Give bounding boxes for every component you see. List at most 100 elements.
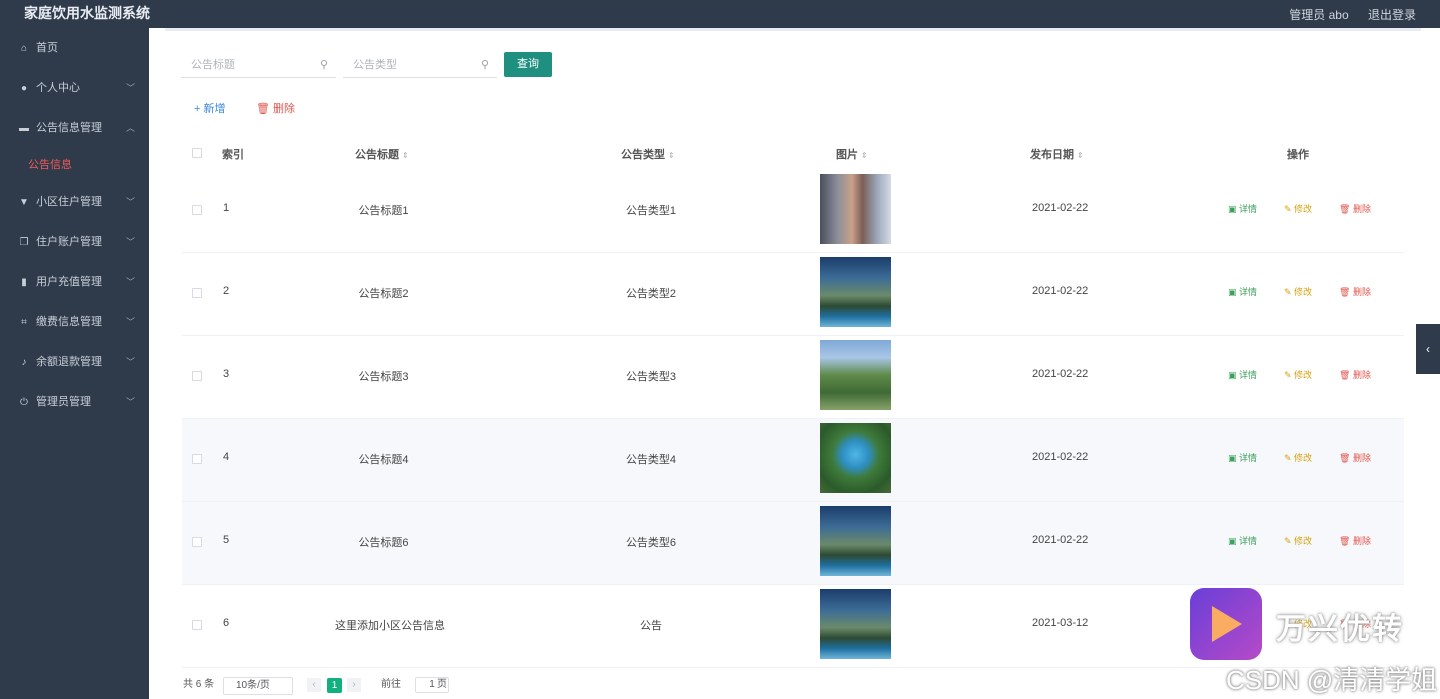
view-button[interactable]: ▣ 详情 xyxy=(1228,451,1257,464)
header-actions: 操作 xyxy=(1287,149,1309,161)
edit-button[interactable]: ✎ 修改 xyxy=(1284,202,1312,215)
cell-title: 公告标题4 xyxy=(358,454,409,466)
sidebar-item-2[interactable]: ▬ 公告信息管理 ︿ xyxy=(0,108,149,148)
chevron-down-icon: ﹀ xyxy=(125,197,135,207)
top-bar: 家庭饮用水监测系统 管理员 abo 退出登录 xyxy=(0,0,1440,28)
batch-delete-label: 删除 xyxy=(273,103,296,115)
sort-icon: ⇕ xyxy=(861,151,868,160)
cell-title: 这里添加小区公告信息 xyxy=(335,620,445,632)
header-index: 索引 xyxy=(222,149,244,161)
doc-icon: ▣ xyxy=(1228,287,1240,297)
search-icon: ⚲ xyxy=(480,59,489,71)
sidebar-item-label: 缴费信息管理 xyxy=(36,316,102,328)
batch-delete-button[interactable]: 🗑 删除 xyxy=(256,100,295,116)
sidebar-item-7[interactable]: ⌗ 缴费信息管理 ﹀ xyxy=(0,302,149,342)
row-checkbox[interactable] xyxy=(192,537,202,547)
current-page-button[interactable]: 1 xyxy=(327,678,342,693)
pool-aerial-photo xyxy=(820,423,891,493)
header-image[interactable]: 图片 ⇕ xyxy=(836,146,868,162)
view-button[interactable]: ▣ 详情 xyxy=(1228,202,1257,215)
edit-button[interactable]: ✎ 修改 xyxy=(1284,451,1312,464)
cell-index: 6 xyxy=(223,617,230,629)
home-icon: ⌂ xyxy=(20,43,28,54)
delete-button[interactable]: 🗑 删除 xyxy=(1339,451,1371,464)
table-header: 索引 公告标题 ⇕ 公告类型 ⇕ 图片 ⇕ 发布日期 ⇕ 操作 xyxy=(182,138,1404,170)
chevron-up-icon: ︿ xyxy=(125,123,135,133)
logout-button[interactable]: 退出登录 xyxy=(1368,8,1416,22)
header-type-label: 公告类型 xyxy=(621,149,665,161)
edit-button[interactable]: ✎ 修改 xyxy=(1284,285,1312,298)
edit-button[interactable]: ✎ 修改 xyxy=(1284,534,1312,547)
pencil-icon: ✎ xyxy=(1284,370,1295,380)
page-unit-label: 页 xyxy=(437,679,447,690)
row-checkbox[interactable] xyxy=(192,371,202,381)
copy-icon: ❐ xyxy=(19,237,29,248)
doc-icon: ▣ xyxy=(1228,370,1240,380)
pencil-icon: ✎ xyxy=(1284,536,1295,546)
street-photo xyxy=(820,174,891,244)
delete-button[interactable]: 🗑 删除 xyxy=(1339,368,1371,381)
header-title[interactable]: 公告标题 ⇕ xyxy=(355,146,409,162)
cell-index: 4 xyxy=(223,451,230,463)
search-icon: ⚲ xyxy=(319,59,328,71)
view-button[interactable]: ▣ 详情 xyxy=(1228,285,1257,298)
next-page-button[interactable]: › xyxy=(347,678,361,692)
sidebar-item-4[interactable]: ▼ 小区住户管理 ﹀ xyxy=(0,182,149,222)
row-checkbox[interactable] xyxy=(192,288,202,298)
watermark-brand: 万兴优转 xyxy=(1276,613,1404,646)
pencil-icon: ✎ xyxy=(1284,453,1295,463)
add-button[interactable]: + 新增 xyxy=(194,100,225,116)
delete-label: 删除 xyxy=(1352,370,1371,380)
sidebar-item-0[interactable]: ⌂ 首页 xyxy=(0,28,149,68)
delete-button[interactable]: 🗑 删除 xyxy=(1339,285,1371,298)
search-title-input[interactable]: 公告标题 ⚲ xyxy=(181,54,336,78)
view-label: 详情 xyxy=(1239,536,1258,546)
trash-icon: 🗑 xyxy=(1339,287,1353,297)
collapse-panel-button[interactable]: ‹ xyxy=(1416,324,1440,374)
row-checkbox[interactable] xyxy=(192,205,202,215)
delete-button[interactable]: 🗑 删除 xyxy=(1339,202,1371,215)
trash-icon: 🗑 xyxy=(1339,536,1353,546)
cell-index: 2 xyxy=(223,285,230,297)
pencil-icon: ✎ xyxy=(1284,204,1295,214)
delete-button[interactable]: 🗑 删除 xyxy=(1339,534,1371,547)
page-size-select[interactable]: 10条/页 xyxy=(223,677,293,695)
cell-type: 公告类型4 xyxy=(625,454,677,466)
row-checkbox[interactable] xyxy=(192,454,202,464)
apartment-pool-photo xyxy=(820,589,891,659)
sidebar-item-label: 小区住户管理 xyxy=(36,196,102,208)
query-button[interactable]: 查询 xyxy=(504,52,552,77)
sidebar-item-9[interactable]: ⏻ 管理员管理 ﹀ xyxy=(0,382,149,422)
header-date[interactable]: 发布日期 ⇕ xyxy=(1030,146,1084,162)
doc-icon: ▣ xyxy=(1228,453,1240,463)
search-title-placeholder: 公告标题 xyxy=(191,59,235,71)
chevron-down-icon: ﹀ xyxy=(125,317,135,327)
edit-button[interactable]: ✎ 修改 xyxy=(1284,368,1312,381)
sidebar-item-1[interactable]: ● 个人中心 ﹀ xyxy=(0,68,149,108)
apartment-pool-photo xyxy=(820,506,891,576)
view-button[interactable]: ▣ 详情 xyxy=(1228,368,1257,381)
search-type-input[interactable]: 公告类型 ⚲ xyxy=(343,54,497,78)
view-label: 详情 xyxy=(1239,204,1258,214)
sidebar-item-6[interactable]: ▮ 用户充值管理 ﹀ xyxy=(0,262,149,302)
view-label: 详情 xyxy=(1239,370,1258,380)
cell-type: 公告 xyxy=(640,620,662,632)
row-checkbox[interactable] xyxy=(192,620,202,630)
cell-date: 2021-03-12 xyxy=(1032,617,1089,629)
sidebar-item-5[interactable]: ❐ 住户账户管理 ﹀ xyxy=(0,222,149,262)
table-row: 3 公告标题3 公告类型3 2021-02-22 ▣ 详情 ✎ 修改 🗑 删除 xyxy=(182,336,1404,419)
header-type[interactable]: 公告类型 ⇕ xyxy=(621,146,675,162)
header-image-label: 图片 xyxy=(836,149,858,161)
sidebar: ⌂ 首页 ● 个人中心 ﹀ ▬ 公告信息管理 ︿ 公告信息 ▼ 小区住户管理 ﹀ ❐ 住户账户管理 ﹀ ▮ 用户… xyxy=(0,28,149,699)
pagination-total: 共 6 条 xyxy=(183,679,215,690)
delete-label: 删除 xyxy=(1352,453,1371,463)
sidebar-item-3[interactable]: 公告信息 xyxy=(0,148,149,182)
mic-icon: ♪ xyxy=(21,357,27,368)
user-label: 管理员 abo xyxy=(1289,8,1349,22)
prev-page-button[interactable]: ‹ xyxy=(307,678,321,692)
select-all-checkbox[interactable] xyxy=(192,148,202,158)
sidebar-item-8[interactable]: ♪ 余额退款管理 ﹀ xyxy=(0,342,149,382)
sort-icon: ⇕ xyxy=(402,151,409,160)
cell-date: 2021-02-22 xyxy=(1032,285,1089,297)
view-button[interactable]: ▣ 详情 xyxy=(1228,534,1257,547)
